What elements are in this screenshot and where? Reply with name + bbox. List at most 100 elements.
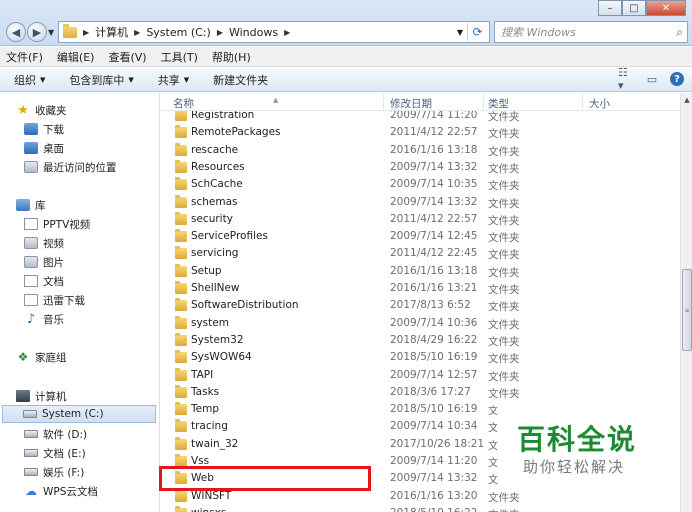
nav-label: 音乐: [43, 313, 64, 326]
menu-edit[interactable]: 编辑(E): [57, 49, 95, 65]
file-row[interactable]: TAPI 2009/7/14 12:57 文件夹: [161, 367, 680, 384]
organize-button[interactable]: 组织 ▼: [14, 72, 45, 88]
file-row[interactable]: security 2011/4/12 22:57 文件夹: [161, 211, 680, 228]
column-divider[interactable]: [383, 94, 384, 110]
refresh-icon[interactable]: ⟳: [467, 23, 487, 41]
chevron-down-icon: ▼: [40, 75, 46, 84]
file-row[interactable]: RemotePackages 2011/4/12 22:57 文件夹: [161, 124, 680, 141]
file-type: 文件夹: [488, 111, 520, 123]
new-folder-button[interactable]: 新建文件夹: [213, 72, 268, 88]
file-row[interactable]: SoftwareDistribution 2017/8/13 6:52 文件夹: [161, 297, 680, 314]
file-row[interactable]: rescache 2016/1/16 13:18 文件夹: [161, 142, 680, 159]
scroll-up-icon[interactable]: ▲: [681, 93, 692, 107]
file-date: 2018/4/29 16:22: [390, 333, 478, 346]
address-bar[interactable]: ▶ 计算机 ▶ System (C:) ▶ Windows ▶ ▼ ⟳: [58, 21, 490, 43]
address-dropdown-icon[interactable]: ▼: [457, 28, 463, 37]
nav-drive-f[interactable]: 娱乐 (F:): [24, 463, 84, 481]
file-row[interactable]: winsxs 2018/5/10 16:22 文件夹: [161, 505, 680, 512]
file-row[interactable]: schemas 2009/7/14 13:32 文件夹: [161, 194, 680, 211]
nav-videos[interactable]: 视频: [24, 234, 64, 252]
organize-label: 组织: [14, 73, 36, 87]
menu-view[interactable]: 查看(V): [108, 49, 146, 65]
minimize-button[interactable]: –: [598, 0, 622, 16]
new-folder-label: 新建文件夹: [213, 73, 269, 87]
file-date: 2009/7/14 13:32: [390, 195, 478, 208]
nav-pptv[interactable]: PPTV视频: [24, 215, 90, 233]
breadcrumb-windows[interactable]: Windows: [229, 26, 278, 39]
nav-favorites[interactable]: ★ 收藏夹: [16, 101, 66, 119]
include-library-button[interactable]: 包含到库中 ▼: [69, 72, 133, 88]
file-row[interactable]: Setup 2016/1/16 13:18 文件夹: [161, 263, 680, 280]
nav-label: 软件 (D:): [43, 428, 88, 441]
file-date: 2018/5/10 16:19: [390, 351, 478, 364]
nav-computer[interactable]: 计算机: [16, 387, 67, 405]
file-name: WINSFT: [191, 489, 232, 502]
close-button[interactable]: ✕: [646, 0, 686, 16]
breadcrumb-computer[interactable]: 计算机: [95, 24, 128, 40]
file-type: 文件夹: [488, 370, 520, 383]
nav-xunlei[interactable]: 迅雷下载: [24, 291, 85, 309]
search-input[interactable]: 搜索 Windows ⌕: [494, 21, 688, 43]
file-row[interactable]: system 2009/7/14 10:36 文件夹: [161, 315, 680, 332]
nav-desktop[interactable]: 桌面: [24, 139, 64, 157]
share-button[interactable]: 共享 ▼: [158, 72, 189, 88]
file-row[interactable]: Resources 2009/7/14 13:32 文件夹: [161, 159, 680, 176]
nav-documents[interactable]: 文档: [24, 272, 64, 290]
forward-button[interactable]: ▶: [27, 22, 47, 42]
file-row[interactable]: Registration 2009/7/14 11:20 文件夹: [161, 111, 680, 124]
file-date: 2009/7/14 11:20: [390, 455, 478, 467]
recent-pages-dropdown[interactable]: ▼: [48, 28, 54, 37]
nav-homegroup[interactable]: ❖ 家庭组: [16, 348, 67, 366]
file-row[interactable]: SchCache 2009/7/14 10:35 文件夹: [161, 176, 680, 193]
scroll-thumb[interactable]: ≡: [682, 269, 692, 351]
file-date: 2017/8/13 6:52: [390, 299, 471, 312]
nav-drive-c[interactable]: System (C:): [2, 405, 156, 423]
menu-help[interactable]: 帮助(H): [212, 49, 251, 65]
column-divider[interactable]: [483, 94, 484, 110]
file-row[interactable]: System32 2018/4/29 16:22 文件夹: [161, 332, 680, 349]
menu-file[interactable]: 文件(F): [6, 49, 43, 65]
nav-wps-cloud[interactable]: ☁ WPS云文档: [24, 482, 98, 500]
folder-icon: [175, 125, 187, 139]
breadcrumb-arrow-icon[interactable]: ▶: [284, 28, 290, 37]
breadcrumb-arrow-icon[interactable]: ▶: [83, 28, 89, 37]
view-options-icon[interactable]: ☷ ▾: [618, 66, 634, 92]
maximize-button[interactable]: □: [622, 0, 646, 16]
file-row[interactable]: SysWOW64 2018/5/10 16:19 文件夹: [161, 349, 680, 366]
command-bar: 组织 ▼ 包含到库中 ▼ 共享 ▼ 新建文件夹 ☷ ▾ ▭ ?: [0, 66, 692, 92]
file-type: 文件夹: [488, 387, 520, 400]
file-name: Registration: [191, 111, 255, 121]
breadcrumb-arrow-icon[interactable]: ▶: [134, 28, 140, 37]
file-row[interactable]: Tasks 2018/3/6 17:27 文件夹: [161, 384, 680, 401]
nav-music[interactable]: ♪ 音乐: [24, 310, 64, 328]
share-label: 共享: [157, 73, 180, 87]
column-type[interactable]: 类型: [488, 96, 509, 111]
nav-downloads[interactable]: 下载: [24, 120, 64, 138]
nav-label: PPTV视频: [43, 218, 91, 231]
file-row[interactable]: ShellNew 2016/1/16 13:21 文件夹: [161, 280, 680, 297]
nav-pictures[interactable]: 图片: [24, 253, 64, 271]
file-type: 文件夹: [488, 214, 520, 227]
help-icon[interactable]: ?: [670, 72, 684, 86]
file-name: tracing: [191, 420, 228, 433]
nav-drive-d[interactable]: 软件 (D:): [24, 425, 87, 443]
chevron-down-icon: ▼: [183, 75, 190, 84]
nav-label: WPS云文档: [43, 485, 98, 498]
file-row[interactable]: ServiceProfiles 2009/7/14 12:45 文件夹: [161, 228, 680, 245]
preview-pane-icon[interactable]: ▭: [644, 72, 660, 86]
nav-drive-e[interactable]: 文档 (E:): [24, 444, 86, 462]
breadcrumb-arrow-icon[interactable]: ▶: [217, 28, 223, 37]
column-divider[interactable]: [582, 94, 583, 110]
menu-tools[interactable]: 工具(T): [161, 49, 198, 65]
column-date[interactable]: 修改日期: [390, 96, 432, 111]
column-name[interactable]: 名称: [173, 96, 194, 111]
column-size[interactable]: 大小: [589, 96, 610, 111]
nav-libraries[interactable]: 库: [16, 196, 46, 214]
search-icon[interactable]: ⌕: [676, 25, 683, 40]
breadcrumb-drive[interactable]: System (C:): [146, 26, 211, 39]
nav-recent[interactable]: 最近访问的位置: [24, 158, 117, 176]
vertical-scrollbar[interactable]: ▲ ≡: [680, 93, 692, 512]
file-row[interactable]: servicing 2011/4/12 22:45 文件夹: [161, 245, 680, 262]
back-button[interactable]: ◀: [6, 22, 26, 42]
folder-icon: [175, 263, 187, 277]
